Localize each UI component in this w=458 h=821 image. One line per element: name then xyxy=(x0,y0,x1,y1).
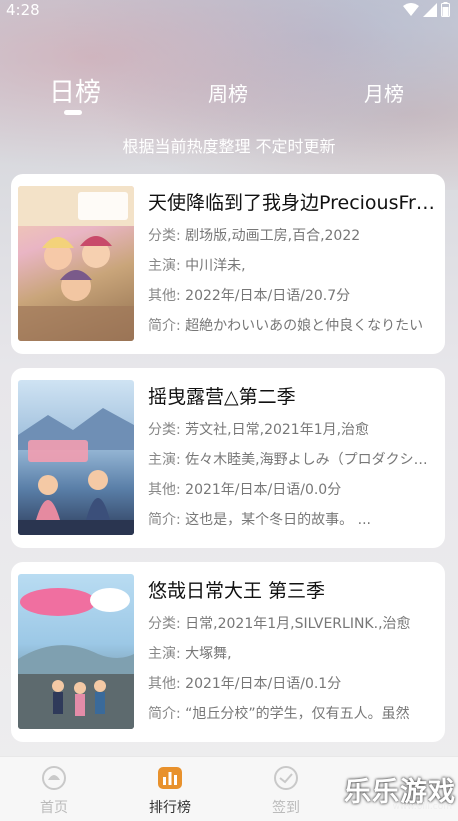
tab-monthly[interactable]: 月榜 xyxy=(364,78,404,107)
cover-image xyxy=(18,574,134,729)
checkin-icon xyxy=(274,766,298,790)
list-item[interactable]: 天使降临到了我身边PreciousFriends 分类: 剧场版,动画工房,百合… xyxy=(11,174,445,354)
item-category: 分类: 剧场版,动画工房,百合,2022 xyxy=(148,228,361,244)
list-item[interactable]: 悠哉日常大王 第三季 分类: 日常,2021年1月,SILVERLINK.,治愈… xyxy=(11,562,445,742)
item-info: 摇曳露营△第二季 分类: 芳文社,日常,2021年1月,治愈 主演: 佐々木睦美… xyxy=(148,384,440,530)
tab-weekly[interactable]: 周榜 xyxy=(208,78,248,107)
list-item[interactable]: 摇曳露营△第二季 分类: 芳文社,日常,2021年1月,治愈 主演: 佐々木睦美… xyxy=(11,368,445,548)
tab-daily[interactable]: 日榜 xyxy=(49,72,101,109)
wifi-icon xyxy=(403,2,419,16)
status-bar: 4:28 xyxy=(0,0,458,20)
nav-checkin[interactable]: 签到 xyxy=(251,765,321,817)
item-info: 悠哉日常大王 第三季 分类: 日常,2021年1月,SILVERLINK.,治愈… xyxy=(148,578,440,724)
status-icons xyxy=(403,2,450,17)
watermark-url: www.6lll.com xyxy=(392,802,452,812)
cover-image xyxy=(18,186,134,341)
nav-label: 签到 xyxy=(272,800,300,816)
cover-image xyxy=(18,380,134,535)
item-category: 分类: 日常,2021年1月,SILVERLINK.,治愈 xyxy=(148,616,411,632)
ranking-tabs: 日榜 周榜 月榜 xyxy=(0,72,458,112)
nav-ranking[interactable]: 排行榜 xyxy=(135,765,205,817)
item-other: 其他: 2022年/日本/日语/20.7分 xyxy=(148,288,351,304)
item-other: 其他: 2021年/日本/日语/0.1分 xyxy=(148,676,342,692)
item-intro: 简介: “旭丘分校”的学生，仅有五人。虽然 xyxy=(148,706,410,722)
nav-home[interactable]: 首页 xyxy=(19,765,89,817)
item-cast: 主演: 佐々木睦美,海野よしみ（プロダクション） xyxy=(148,452,440,468)
item-title: 天使降临到了我身边PreciousFriends xyxy=(148,192,440,214)
nav-label: 首页 xyxy=(40,800,68,816)
item-intro: 简介: 这也是，某个冬日的故事。 ... xyxy=(148,512,371,528)
ranking-icon xyxy=(158,767,182,789)
item-other: 其他: 2021年/日本/日语/0.0分 xyxy=(148,482,342,498)
battery-icon xyxy=(441,2,450,17)
signal-icon xyxy=(423,2,437,17)
active-tab-indicator xyxy=(64,110,82,115)
item-title: 摇曳露营△第二季 xyxy=(148,386,296,408)
item-category: 分类: 芳文社,日常,2021年1月,治愈 xyxy=(148,422,370,438)
item-intro: 简介: 超絶かわいいあの娘と仲良くなりたい xyxy=(148,318,424,334)
item-info: 天使降临到了我身边PreciousFriends 分类: 剧场版,动画工房,百合… xyxy=(148,190,440,336)
home-icon xyxy=(42,766,66,790)
item-title: 悠哉日常大王 第三季 xyxy=(148,580,326,602)
nav-label: 排行榜 xyxy=(149,800,191,816)
status-time: 4:28 xyxy=(6,1,40,19)
ranking-subtitle: 根据当前热度整理 不定时更新 xyxy=(122,137,336,156)
item-cast: 主演: 中川洋未, xyxy=(148,258,246,274)
item-cast: 主演: 大塚舞, xyxy=(148,646,232,662)
